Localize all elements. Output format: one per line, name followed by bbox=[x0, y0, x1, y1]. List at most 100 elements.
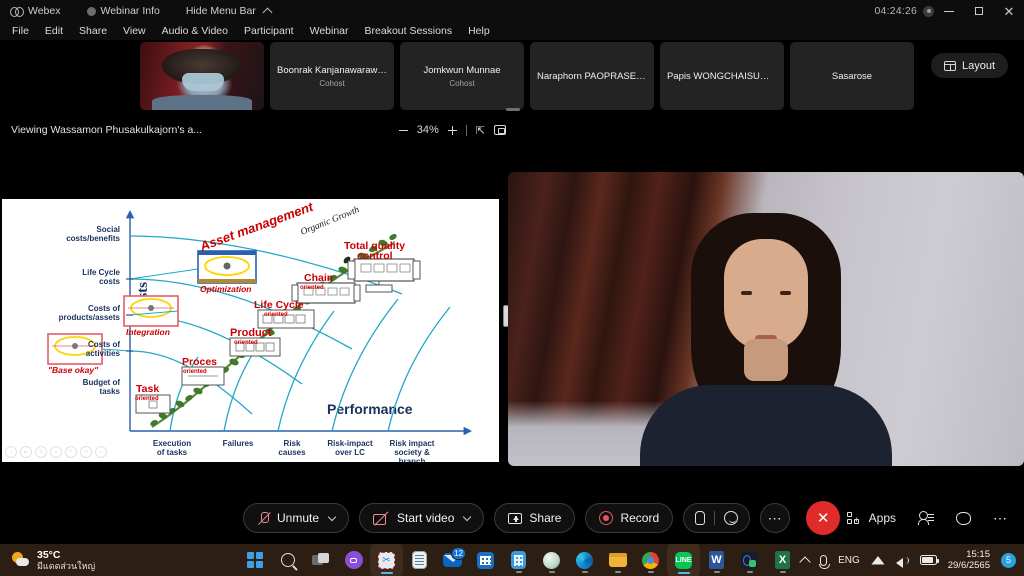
record-status-icon[interactable] bbox=[923, 5, 934, 17]
start-icon[interactable] bbox=[238, 544, 271, 576]
end-meeting-button[interactable]: ✕ bbox=[806, 501, 841, 535]
office-icon[interactable] bbox=[733, 544, 766, 576]
menu-participant[interactable]: Participant bbox=[236, 23, 302, 39]
browser-icon[interactable] bbox=[535, 544, 568, 576]
hide-menu-bar-button[interactable]: Hide Menu Bar bbox=[184, 5, 281, 18]
participant-tile[interactable]: Boonrak Kanjanawarawa... Cohost bbox=[270, 42, 394, 110]
pen-icon[interactable]: ✎ bbox=[35, 446, 47, 458]
layout-button[interactable]: Layout bbox=[930, 53, 1008, 78]
menu-share[interactable]: Share bbox=[71, 23, 115, 39]
calendar-icon[interactable] bbox=[469, 544, 502, 576]
participant-tile-video[interactable] bbox=[140, 42, 264, 110]
participant-tile[interactable]: Sasarose bbox=[790, 42, 914, 110]
chevron-down-icon[interactable] bbox=[463, 512, 472, 521]
title-bar: Webex Webinar Info Hide Menu Bar 04:24:2… bbox=[0, 0, 1024, 22]
chevron-down-icon[interactable] bbox=[327, 512, 337, 521]
menu-webinar[interactable]: Webinar bbox=[302, 23, 357, 39]
close-button[interactable]: ✕ bbox=[994, 0, 1024, 22]
more-horizontal-icon[interactable]: ⋯ bbox=[993, 510, 1008, 527]
unmute-button[interactable]: Unmute bbox=[243, 503, 350, 533]
menu-edit[interactable]: Edit bbox=[37, 23, 71, 39]
menu-breakout-sessions[interactable]: Breakout Sessions bbox=[357, 23, 461, 39]
reactions-smiley-icon[interactable] bbox=[724, 511, 739, 525]
line-icon[interactable]: LINE bbox=[667, 544, 700, 576]
more-options-button[interactable]: ⋯ bbox=[760, 503, 791, 533]
sun-cloud-icon bbox=[12, 552, 30, 568]
menu-file[interactable]: File bbox=[4, 23, 37, 39]
ytick-2-line2: products/assets bbox=[59, 313, 121, 322]
edge-icon[interactable] bbox=[568, 544, 601, 576]
calculator-icon[interactable] bbox=[502, 544, 535, 576]
record-button[interactable]: Record bbox=[585, 503, 674, 533]
highlighted-boxes bbox=[47, 250, 257, 365]
volume-icon[interactable] bbox=[895, 555, 909, 568]
participants-icon[interactable] bbox=[918, 511, 934, 525]
wifi-icon[interactable] bbox=[871, 555, 885, 566]
task-view-icon[interactable] bbox=[304, 544, 337, 576]
apps-button[interactable]: Apps bbox=[846, 511, 896, 525]
reactions-group[interactable] bbox=[683, 503, 751, 533]
notification-badge[interactable]: 5 bbox=[1001, 552, 1016, 568]
ytick-4-line1: Budget of bbox=[83, 378, 121, 387]
menu-help[interactable]: Help bbox=[460, 23, 498, 39]
snipping-tool-icon[interactable]: ✂ bbox=[370, 544, 403, 576]
stop-icon[interactable]: ▪ bbox=[50, 446, 62, 458]
webex-meeting-window: Webex Webinar Info Hide Menu Bar 04:24:2… bbox=[0, 0, 1024, 576]
zoom-level-label: 34% bbox=[416, 124, 439, 136]
participant-tile[interactable]: Naraphorn PAOPRASERT bbox=[530, 42, 654, 110]
play-icon[interactable]: ▸ bbox=[20, 446, 32, 458]
battery-icon[interactable] bbox=[919, 555, 939, 565]
menu-view[interactable]: View bbox=[115, 23, 154, 39]
webex-app-icon[interactable] bbox=[337, 544, 370, 576]
ytick-0-line2: costs/benefits bbox=[66, 234, 120, 243]
participant-tile[interactable]: Jomkwun Munnae Cohost bbox=[400, 42, 524, 110]
webinar-info-button[interactable]: Webinar Info bbox=[85, 5, 170, 17]
zoom-in-button[interactable] bbox=[447, 125, 457, 135]
minimize-button[interactable] bbox=[934, 0, 964, 22]
word-icon[interactable]: W bbox=[700, 544, 733, 576]
zoom-out-button[interactable] bbox=[398, 129, 408, 131]
layout-grid-icon bbox=[943, 60, 956, 71]
screen-icon[interactable] bbox=[494, 125, 506, 135]
input-language[interactable]: ENG bbox=[838, 555, 860, 566]
list-icon[interactable]: ≡ bbox=[80, 446, 92, 458]
stage-label-product: Product bbox=[230, 327, 272, 339]
participant-tile[interactable]: Papis WONGCHAISUWAT bbox=[660, 42, 784, 110]
active-speaker-video[interactable] bbox=[508, 172, 1024, 466]
participant-name: Sasarose bbox=[831, 70, 873, 82]
back-icon[interactable]: ‹ bbox=[5, 446, 17, 458]
mic-muted-icon bbox=[257, 511, 270, 526]
search-icon[interactable] bbox=[271, 544, 304, 576]
face-mask-graphic bbox=[182, 73, 225, 91]
share-button[interactable]: Share bbox=[494, 503, 576, 533]
xtick-4-line2: society & bbox=[394, 448, 430, 457]
mail-icon[interactable]: 12 bbox=[436, 544, 469, 576]
chat-bubble-icon[interactable] bbox=[956, 511, 971, 525]
unmute-label: Unmute bbox=[277, 511, 320, 525]
fit-to-width-icon[interactable]: ⇱ bbox=[476, 124, 485, 137]
clock[interactable]: 15:15 29/6/2565 bbox=[948, 549, 990, 572]
maximize-button[interactable] bbox=[964, 0, 994, 22]
start-video-button[interactable]: Start video bbox=[359, 503, 485, 533]
start-video-label: Start video bbox=[397, 511, 455, 525]
record-label: Record bbox=[620, 511, 660, 525]
webex-logo-icon bbox=[10, 6, 24, 17]
minus-icon[interactable]: – bbox=[95, 446, 107, 458]
label-integration: Integration bbox=[126, 327, 170, 337]
menu-audio-video[interactable]: Audio & Video bbox=[154, 23, 236, 39]
raise-hand-icon[interactable] bbox=[695, 511, 706, 525]
tray-chevron-icon[interactable] bbox=[799, 555, 811, 568]
chart-x-tick-labels: Execution of tasks Failures Risk causes … bbox=[153, 439, 435, 462]
weather-widget[interactable]: 35°C มีแดดส่วนใหญ่ bbox=[0, 549, 95, 571]
zoom-icon[interactable]: ⌕ bbox=[65, 446, 77, 458]
stage-sub-task: oriented bbox=[135, 396, 159, 402]
xtick-4-line3: branch bbox=[399, 457, 426, 462]
shared-slide[interactable]: Costs Performance bbox=[2, 199, 499, 462]
notepad-icon[interactable] bbox=[403, 544, 436, 576]
filmstrip-collapse-handle[interactable] bbox=[506, 108, 520, 111]
excel-icon[interactable]: X bbox=[766, 544, 799, 576]
microphone-icon[interactable] bbox=[819, 554, 831, 569]
file-explorer-icon[interactable] bbox=[601, 544, 634, 576]
chrome-icon[interactable] bbox=[634, 544, 667, 576]
ytick-3-line2: activities bbox=[86, 349, 121, 358]
